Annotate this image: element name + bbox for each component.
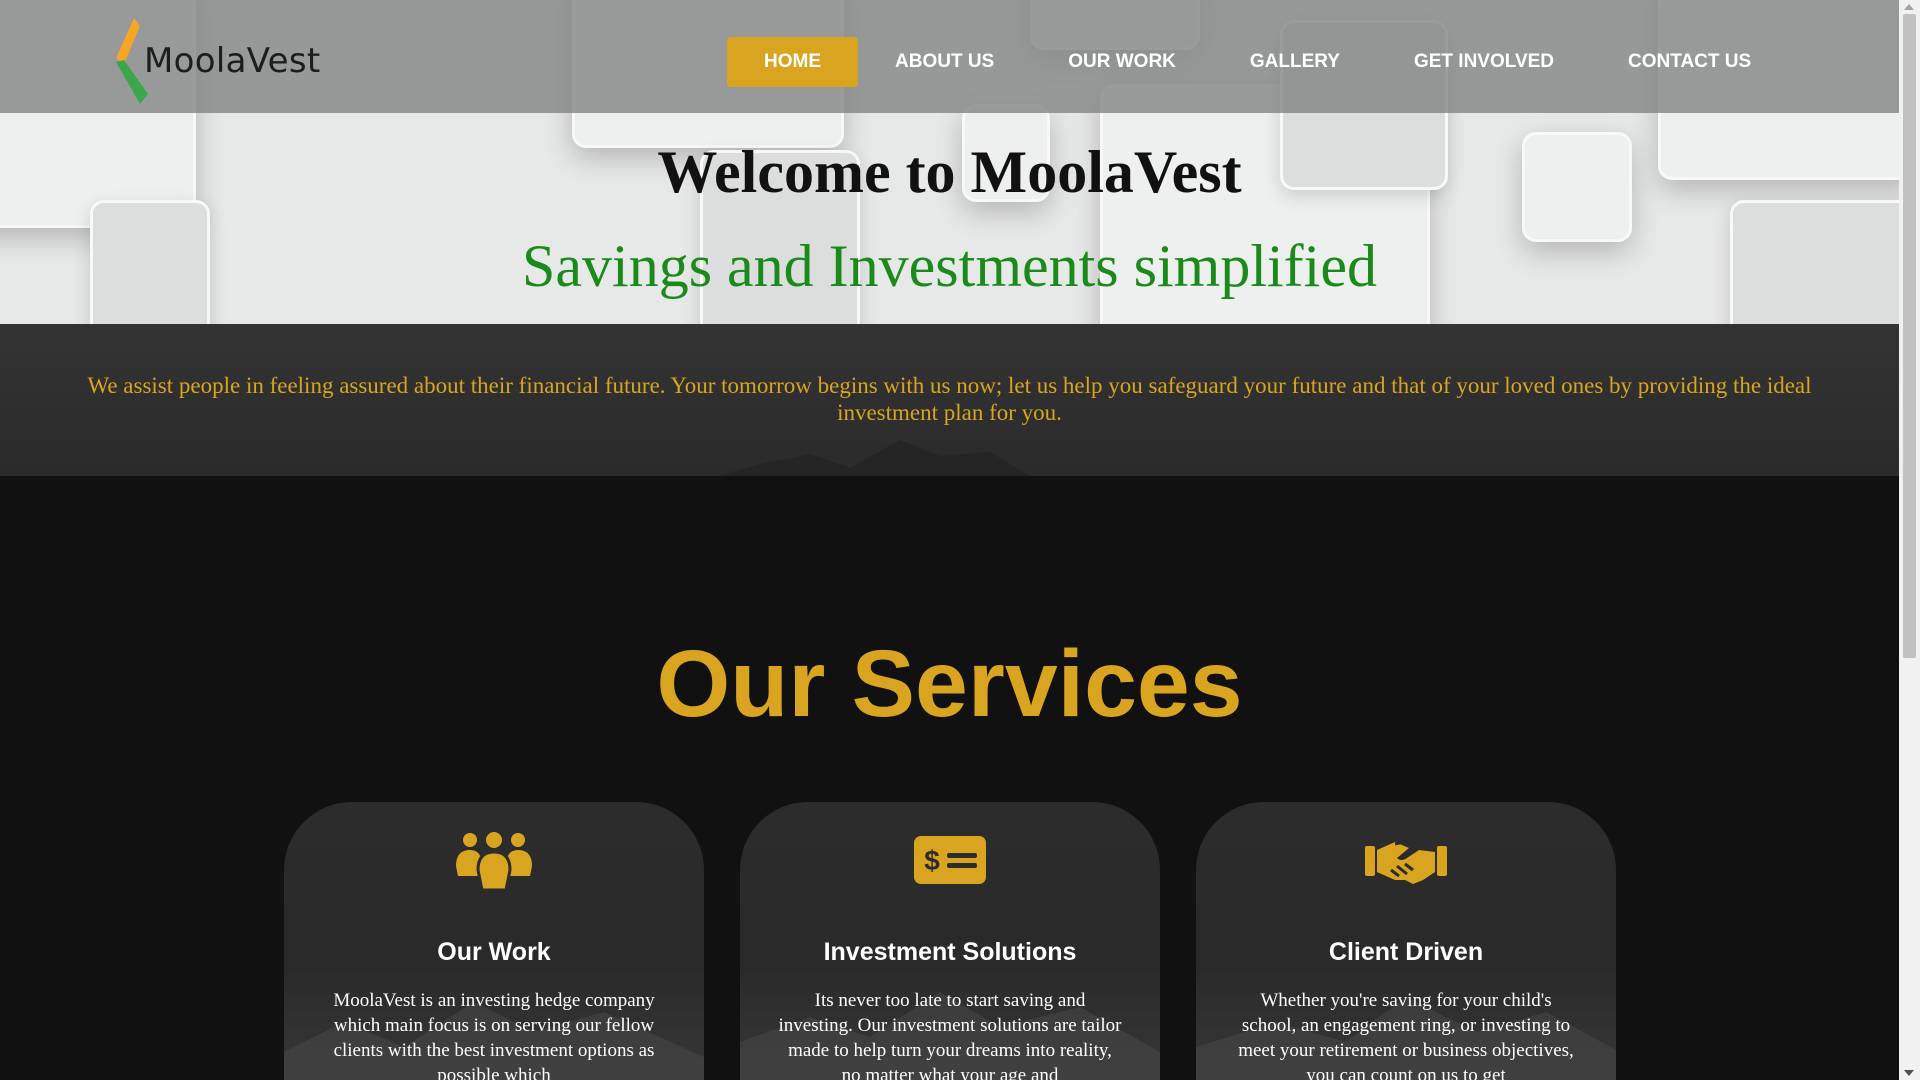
scrollbar-thumb[interactable]: [1903, 14, 1916, 658]
handshake-icon: [1365, 838, 1447, 884]
main-nav: HOME ABOUT US OUR WORK GALLERY GET INVOL…: [727, 37, 1788, 87]
logo-mark-icon: [116, 18, 148, 104]
nav-our-work[interactable]: OUR WORK: [1031, 37, 1213, 87]
hero-title: Welcome to MoolaVest: [657, 139, 1242, 205]
card-title: Our Work: [437, 938, 551, 966]
services-title: Our Services: [656, 631, 1243, 737]
card-text: MoolaVest is an investing hedge company …: [333, 990, 655, 1080]
scroll-up-arrow-icon[interactable]: [1904, 4, 1914, 10]
logo[interactable]: MoolaVest: [112, 18, 321, 104]
scroll-down-arrow-icon[interactable]: [1904, 1070, 1914, 1076]
nav-home[interactable]: HOME: [727, 37, 858, 87]
service-card-client-driven: Client Driven Whether you're saving for …: [1196, 802, 1616, 1080]
card-title: Investment Solutions: [823, 938, 1077, 966]
intro-section: We assist people in feeling assured abou…: [0, 324, 1899, 476]
nav-gallery[interactable]: GALLERY: [1213, 37, 1377, 87]
vertical-scrollbar[interactable]: [1899, 0, 1920, 1080]
intro-text: We assist people in feeling assured abou…: [87, 373, 1812, 425]
card-text: Its never too late to start saving and i…: [778, 990, 1122, 1080]
nav-about-us[interactable]: ABOUT US: [858, 37, 1031, 87]
navbar: MoolaVest HOME ABOUT US OUR WORK GALLERY…: [0, 0, 1899, 113]
nav-contact-us[interactable]: CONTACT US: [1591, 37, 1788, 87]
money-check-icon: $: [914, 836, 986, 884]
nav-get-involved[interactable]: GET INVOLVED: [1377, 37, 1591, 87]
logo-text: MoolaVest: [144, 41, 321, 81]
card-title: Client Driven: [1328, 938, 1484, 966]
people-group-icon: [456, 832, 532, 890]
service-card-our-work: Our Work MoolaVest is an investing hedge…: [284, 802, 704, 1080]
mountain-silhouette: [720, 440, 1030, 476]
svg-text:$: $: [924, 845, 940, 876]
card-text: Whether you're saving for your child's s…: [1238, 990, 1574, 1080]
service-card-investment-solutions: $ Investment Solutions Its never too lat…: [740, 802, 1160, 1080]
hero-subtitle: Savings and Investments simplified: [522, 233, 1377, 299]
